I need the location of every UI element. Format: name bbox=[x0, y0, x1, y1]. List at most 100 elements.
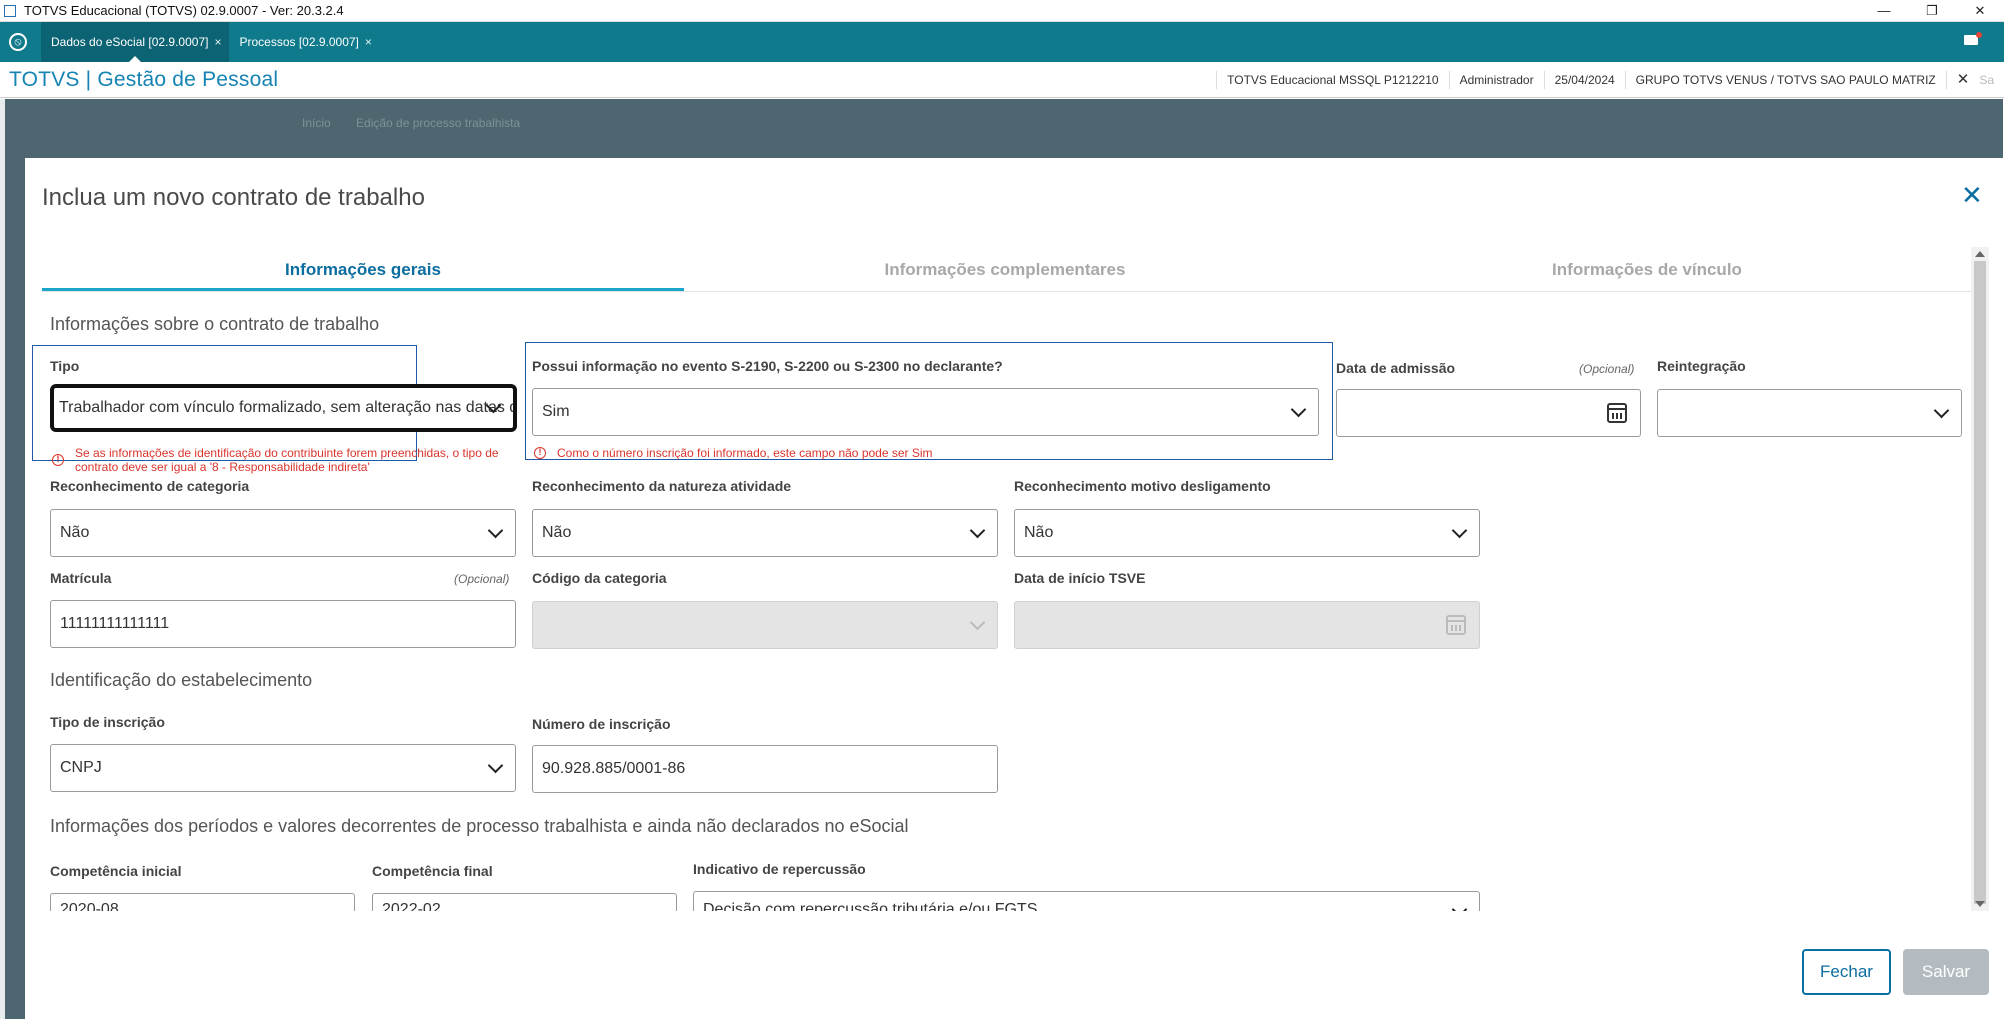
tipo-inscricao-value: CNPJ bbox=[60, 759, 102, 776]
possui-info-error: Como o número inscrição foi informado, e… bbox=[557, 446, 933, 460]
indicativo-value: Decisão com repercussão tributária e/ou … bbox=[703, 901, 1038, 911]
close-tab-icon[interactable]: × bbox=[365, 35, 372, 49]
competencia-inicial-label: Competência inicial bbox=[50, 863, 182, 879]
rec-natureza-select[interactable]: Não bbox=[532, 509, 998, 557]
optional-label: (Opcional) bbox=[454, 572, 510, 586]
competencia-inicial-input[interactable]: 2020-08 bbox=[50, 893, 355, 911]
breadcrumb-home[interactable]: Início bbox=[302, 116, 331, 130]
cod-categoria-label: Código da categoria bbox=[532, 570, 667, 586]
chevron-down-icon bbox=[487, 757, 504, 774]
rec-categoria-select[interactable]: Não bbox=[50, 509, 516, 557]
section-estabelecimento: Identificação do estabelecimento bbox=[50, 670, 313, 690]
scroll-down-icon[interactable] bbox=[1975, 901, 1985, 907]
rec-categoria-value: Não bbox=[60, 524, 90, 541]
calendar-icon[interactable] bbox=[1607, 403, 1627, 423]
rec-motivo-select[interactable]: Não bbox=[1014, 509, 1480, 557]
rec-motivo-label: Reconhecimento motivo desligamento bbox=[1014, 478, 1271, 494]
possui-info-label: Possui informação no evento S-2190, S-22… bbox=[532, 358, 1003, 374]
optional-label: (Opcional) bbox=[1579, 362, 1635, 376]
scroll-thumb[interactable] bbox=[1974, 261, 1986, 904]
rec-motivo-value: Não bbox=[1024, 524, 1054, 541]
reintegracao-label: Reintegração bbox=[1657, 358, 1746, 374]
competencia-final-value: 2022-02 bbox=[382, 901, 441, 911]
numero-inscricao-input[interactable]: 90.928.885/0001-86 bbox=[532, 745, 998, 793]
chevron-down-icon bbox=[969, 614, 986, 631]
tipo-value: Trabalhador com vínculo formalizado, sem… bbox=[59, 399, 513, 416]
user-label[interactable]: Administrador bbox=[1448, 71, 1544, 89]
error-icon: ! bbox=[534, 447, 546, 459]
numero-inscricao-label: Número de inscrição bbox=[532, 716, 671, 732]
tipo-label: Tipo bbox=[50, 358, 80, 374]
header-info: TOTVS Educacional MSSQL P1212210 Adminis… bbox=[1216, 62, 2004, 98]
indicativo-label: Indicativo de repercussão bbox=[693, 861, 866, 877]
scroll-up-icon[interactable] bbox=[1975, 251, 1985, 257]
section-contrato: Informações sobre o contrato de trabalho bbox=[50, 314, 380, 334]
numero-inscricao-value: 90.928.885/0001-86 bbox=[542, 760, 686, 777]
matricula-label: Matrícula bbox=[50, 570, 112, 586]
calendar-icon bbox=[1446, 615, 1466, 635]
matricula-value: 11111111111111 bbox=[60, 615, 170, 632]
date-label: 25/04/2024 bbox=[1543, 71, 1625, 89]
data-admissao-input[interactable] bbox=[1336, 389, 1641, 437]
contract-modal: Inclua um novo contrato de trabalho ✕ In… bbox=[25, 158, 2003, 1019]
reintegracao-select[interactable] bbox=[1657, 389, 1962, 437]
chevron-down-icon bbox=[1451, 901, 1468, 911]
data-inicio-tsve-input bbox=[1014, 601, 1480, 649]
tab-label: Dados do eSocial [02.9.0007] bbox=[51, 35, 209, 49]
app-header: TOTVS | Gestão de Pessoal TOTVS Educacio… bbox=[0, 62, 2004, 98]
breadcrumb-current: Edição de processo trabalhista bbox=[356, 116, 521, 130]
restore-icon[interactable]: ❐ bbox=[1908, 0, 1956, 22]
window-controls: — ❐ ✕ bbox=[1860, 0, 2004, 22]
company-label[interactable]: GRUPO TOTVS VENUS / TOTVS SAO PAULO MATR… bbox=[1624, 71, 1946, 89]
error-icon: ! bbox=[52, 454, 64, 466]
tipo-inscricao-select[interactable]: CNPJ bbox=[50, 744, 516, 792]
tipo-error: Se as informações de identificação do co… bbox=[75, 446, 499, 474]
tab-dados-esocial[interactable]: Dados do eSocial [02.9.0007] × bbox=[41, 22, 230, 62]
competencia-final-label: Competência final bbox=[372, 863, 493, 879]
indicativo-select[interactable]: Decisão com repercussão tributária e/ou … bbox=[693, 891, 1480, 911]
tab-informacoes-vinculo[interactable]: Informações de vínculo bbox=[1326, 258, 1968, 291]
modal-title: Inclua um novo contrato de trabalho bbox=[42, 184, 425, 211]
close-tab-icon[interactable]: × bbox=[214, 35, 221, 49]
close-window-icon[interactable]: ✕ bbox=[1956, 0, 2004, 22]
fechar-button[interactable]: Fechar bbox=[1802, 949, 1891, 995]
data-admissao-label: Data de admissão bbox=[1336, 360, 1456, 376]
chevron-down-icon bbox=[1933, 402, 1950, 419]
salvar-button[interactable]: Salvar bbox=[1903, 949, 1989, 995]
data-inicio-tsve-label: Data de início TSVE bbox=[1014, 570, 1146, 586]
rec-categoria-label: Reconhecimento de categoria bbox=[50, 478, 250, 494]
chevron-down-icon bbox=[487, 522, 504, 539]
rec-natureza-value: Não bbox=[542, 524, 572, 541]
tab-informacoes-complementares[interactable]: Informações complementares bbox=[684, 258, 1326, 291]
possui-info-select[interactable]: Sim bbox=[532, 388, 1319, 436]
logout-label[interactable]: Sa bbox=[1979, 71, 2004, 89]
chevron-down-icon bbox=[1290, 401, 1307, 418]
competencia-final-input[interactable]: 2022-02 bbox=[372, 893, 677, 911]
brand-title: TOTVS | Gestão de Pessoal bbox=[9, 67, 279, 91]
database-label: TOTVS Educacional MSSQL P1212210 bbox=[1216, 71, 1448, 89]
window-titlebar: TOTVS Educacional (TOTVS) 02.9.0007 - Ve… bbox=[0, 0, 2004, 22]
matricula-input[interactable]: 11111111111111 bbox=[50, 600, 516, 648]
minimize-icon[interactable]: — bbox=[1860, 0, 1908, 22]
cod-categoria-select bbox=[532, 601, 998, 649]
competencia-inicial-value: 2020-08 bbox=[60, 901, 119, 911]
tipo-inscricao-label: Tipo de inscrição bbox=[50, 714, 165, 730]
possui-info-value: Sim bbox=[542, 403, 570, 420]
tab-processos[interactable]: Processos [02.9.0007] × bbox=[229, 22, 379, 62]
modal-tabs: Informações gerais Informações complemen… bbox=[42, 258, 1972, 292]
modal-scrollbar[interactable] bbox=[1971, 247, 1989, 911]
window-title: TOTVS Educacional (TOTVS) 02.9.0007 - Ve… bbox=[24, 3, 344, 18]
tipo-select[interactable]: Trabalhador com vínculo formalizado, sem… bbox=[50, 384, 517, 432]
close-icon[interactable]: ✕ bbox=[1961, 180, 1983, 211]
app-icon bbox=[4, 4, 16, 17]
section-periodos: Informações dos períodos e valores decor… bbox=[50, 816, 909, 836]
tab-label: Processos [02.9.0007] bbox=[239, 35, 359, 49]
rec-natureza-label: Reconhecimento da natureza atividade bbox=[532, 478, 792, 494]
notification-mail-icon[interactable] bbox=[1964, 32, 1982, 45]
tab-informacoes-gerais[interactable]: Informações gerais bbox=[42, 258, 684, 291]
breadcrumb: Início Edição de processo trabalhista bbox=[302, 116, 542, 130]
home-icon[interactable]: ⦸ bbox=[9, 33, 27, 51]
chevron-down-icon bbox=[1451, 522, 1468, 539]
chevron-down-icon bbox=[969, 522, 986, 539]
logout-icon[interactable]: ✕ bbox=[1945, 71, 1980, 89]
